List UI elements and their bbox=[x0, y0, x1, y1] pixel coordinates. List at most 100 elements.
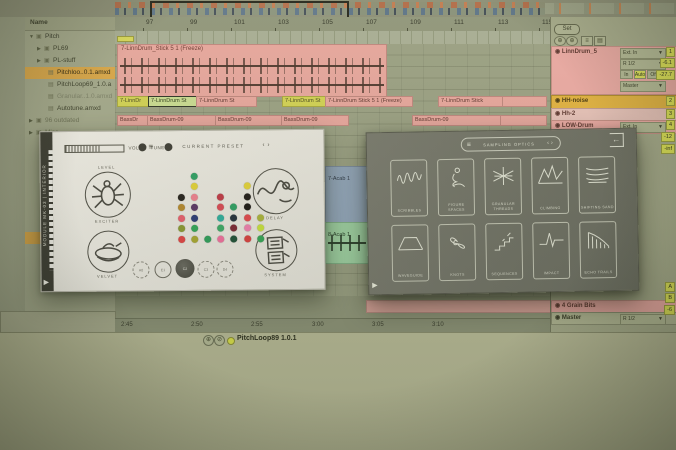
audio-clip[interactable]: 7-LinnDrum Stick bbox=[438, 96, 504, 107]
audio-clip[interactable]: BassDr bbox=[117, 115, 148, 126]
track-name[interactable]: Hh-2 bbox=[562, 111, 575, 117]
audio-clip[interactable]: BassDrum-09 bbox=[412, 115, 501, 126]
preset-title[interactable]: CURRENT PRESET bbox=[168, 143, 258, 149]
audio-clip[interactable] bbox=[500, 115, 547, 126]
preset-card[interactable]: SEQUENCES bbox=[485, 223, 523, 281]
mixer-value-chip[interactable]: -27.7 bbox=[656, 70, 675, 80]
preset-card[interactable]: WAVEGUIDE bbox=[391, 224, 429, 282]
preset-dot[interactable] bbox=[178, 225, 185, 232]
preset-dot[interactable] bbox=[244, 203, 251, 210]
preset-dot[interactable] bbox=[178, 194, 185, 201]
preset-dot[interactable] bbox=[230, 215, 237, 222]
audio-clip[interactable]: 7-LinnDr bbox=[117, 96, 149, 107]
preset-dot[interactable] bbox=[204, 236, 211, 243]
track-name[interactable]: HH-noise bbox=[562, 98, 588, 104]
track-name[interactable]: LinnDrum_5 bbox=[562, 49, 597, 55]
preset-dot[interactable] bbox=[217, 204, 224, 211]
preset-dot[interactable] bbox=[217, 236, 224, 243]
audio-clip[interactable]: BassDrum-09 bbox=[215, 115, 282, 126]
track-master[interactable]: ◉ Master R 1/2▼ bbox=[551, 312, 676, 325]
mixer-value-chip[interactable]: 1 bbox=[666, 47, 675, 57]
delay-macro-knob[interactable] bbox=[252, 167, 300, 215]
velvet-macro-knob[interactable] bbox=[87, 230, 130, 273]
preset-dot[interactable] bbox=[257, 214, 264, 221]
vol-knob[interactable] bbox=[138, 143, 146, 151]
preset-dot[interactable] bbox=[244, 224, 251, 231]
output-routing-select[interactable]: Master▼ bbox=[620, 81, 666, 92]
browser-item[interactable]: ▤PitchLoop69_1.0.a bbox=[25, 79, 115, 91]
expand-arrow-icon[interactable]: ▶ bbox=[37, 55, 44, 67]
mini-keyboard[interactable] bbox=[48, 150, 53, 270]
preset-card[interactable]: SCRIBBLES bbox=[390, 159, 428, 217]
preset-dot[interactable] bbox=[191, 173, 198, 180]
preset-dot[interactable] bbox=[244, 182, 251, 189]
preset-card[interactable]: SHIFTING SAND bbox=[578, 156, 616, 214]
pencil-icon[interactable]: ≡ bbox=[581, 36, 593, 46]
arm-icon[interactable]: ◉ bbox=[555, 49, 560, 55]
expand-arrow-icon[interactable]: ▶ bbox=[29, 127, 36, 139]
menu-icon[interactable]: ≡ bbox=[467, 141, 471, 148]
loop-marker[interactable] bbox=[117, 36, 134, 42]
mixer-value-chip[interactable]: A bbox=[665, 282, 675, 292]
expand-arrow-icon[interactable]: ▼ bbox=[29, 31, 36, 43]
preset-card[interactable]: GRANULAR THREADS bbox=[484, 158, 522, 216]
preset-header[interactable]: ≡ SAMPLING OPTICS ‹› bbox=[461, 136, 561, 152]
scrub-area[interactable] bbox=[115, 31, 550, 45]
track-name[interactable]: 4 Grain Bits bbox=[562, 303, 596, 309]
exciter-macro-knob[interactable] bbox=[83, 170, 132, 219]
audio-clip[interactable]: 7-LinnDrum Stick 5 1 (Freeze) bbox=[325, 96, 413, 107]
preset-dot[interactable] bbox=[217, 225, 224, 232]
zoom-out-icon[interactable]: ⊕ bbox=[566, 36, 578, 46]
draw-mode-icon[interactable]: ▤ bbox=[594, 36, 606, 46]
arm-icon[interactable]: ◉ bbox=[555, 303, 560, 309]
browser-item[interactable]: ▼▣Pitch bbox=[25, 31, 115, 43]
monitor-switch[interactable]: InAutoOff bbox=[620, 70, 660, 79]
track-name[interactable]: Master bbox=[562, 315, 581, 321]
preset-dot[interactable] bbox=[191, 194, 198, 201]
device-activator[interactable] bbox=[227, 337, 235, 345]
frozen-clip[interactable]: 7-LinnDrum_Stick 5 1 (Freeze) bbox=[117, 44, 387, 97]
preset-dot[interactable] bbox=[244, 235, 251, 242]
preset-prev-next[interactable]: ‹› bbox=[262, 142, 272, 148]
mixer-value-chip[interactable]: 4 bbox=[666, 120, 675, 130]
audio-clip[interactable]: 8-Acab 1 bbox=[325, 222, 369, 264]
cue-out-select[interactable]: R 1/2▼ bbox=[620, 314, 666, 325]
mode-button[interactable]: C3 bbox=[197, 261, 214, 278]
audio-clip[interactable]: BassDrum-09 bbox=[147, 115, 216, 126]
arm-icon[interactable]: ◉ bbox=[555, 315, 560, 321]
preset-dot[interactable] bbox=[230, 225, 237, 232]
arm-icon[interactable]: ◉ bbox=[555, 98, 560, 104]
audio-clip[interactable]: 7-Acab 1 bbox=[325, 166, 369, 224]
exit-icon[interactable]: ← bbox=[610, 133, 624, 147]
browser-item[interactable]: ▶▣PL69 bbox=[25, 43, 115, 55]
arrangement-overview[interactable] bbox=[0, 0, 676, 18]
audio-clip[interactable]: 7-LinnDrum St bbox=[148, 96, 197, 107]
browser-item[interactable]: ▤Pitchloo..0.1.amxd bbox=[25, 67, 115, 79]
preset-dot[interactable] bbox=[191, 225, 198, 232]
mixer-value-chip[interactable]: 3 bbox=[666, 109, 675, 119]
browser-item[interactable]: ▶▣PL-stuff bbox=[25, 55, 115, 67]
preset-dot[interactable] bbox=[178, 236, 185, 243]
audio-clip[interactable] bbox=[502, 96, 547, 107]
preset-card[interactable]: ECHO TRAILS bbox=[579, 221, 617, 279]
track-hh-noise[interactable]: ◉ HH-noise bbox=[551, 95, 676, 109]
lock-icon[interactable]: ⊘ bbox=[214, 335, 225, 346]
mixer-value-chip[interactable]: -6 bbox=[664, 305, 675, 315]
preset-dot[interactable] bbox=[230, 204, 237, 211]
preset-dot[interactable] bbox=[217, 215, 224, 222]
preset-dot[interactable] bbox=[191, 215, 198, 222]
preset-dot[interactable] bbox=[257, 235, 264, 242]
zoom-in-icon[interactable]: ⊕ bbox=[554, 36, 566, 46]
audio-clip[interactable]: BassDrum-09 bbox=[281, 115, 349, 126]
play-icon[interactable]: ▶ bbox=[44, 278, 49, 286]
mixer-value-chip[interactable]: -12 bbox=[661, 132, 675, 142]
mixer-value-chip[interactable]: -6.1 bbox=[660, 58, 675, 68]
expand-arrow-icon[interactable]: ▶ bbox=[37, 43, 44, 55]
mixer-value-chip[interactable]: B bbox=[665, 293, 675, 303]
preset-dot[interactable] bbox=[191, 236, 198, 243]
arm-icon[interactable]: ◉ bbox=[555, 111, 560, 117]
mixer-value-chip[interactable]: -inf bbox=[661, 144, 675, 154]
preset-dot[interactable] bbox=[178, 215, 185, 222]
preset-dot[interactable] bbox=[257, 224, 264, 231]
preset-dot[interactable] bbox=[230, 236, 237, 243]
